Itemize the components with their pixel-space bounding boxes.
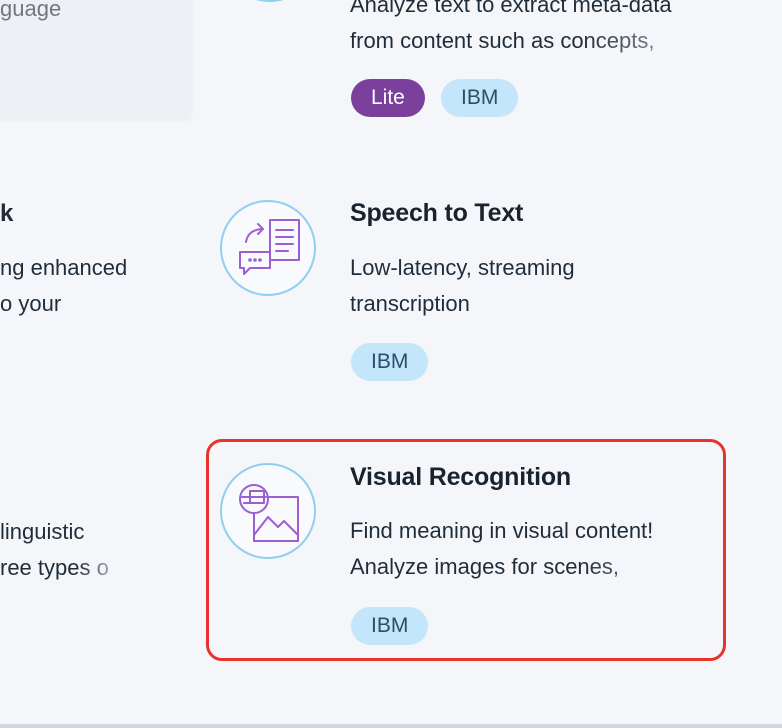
bottom-divider [0, 724, 782, 728]
nlu-card[interactable]: Analyze text to extract meta-data from c… [0, 0, 782, 130]
left-mid-desc-line1: ng enhanced [0, 255, 128, 280]
lite-plan-tag: Lite [351, 79, 425, 117]
left-bottom-desc-line2: ree types o [0, 555, 109, 580]
left-mid-title-fragment: k [0, 200, 14, 227]
speech-to-text-desc-line2: transcription [350, 291, 470, 316]
highlight-outline [206, 439, 726, 661]
speech-to-text-description: Low-latency, streaming transcription [350, 250, 720, 322]
nlu-description: Analyze text to extract meta-data from c… [350, 0, 720, 59]
speech-to-text-desc-line1: Low-latency, streaming [350, 255, 575, 280]
nlu-desc-line1: Analyze text to extract meta-data [350, 0, 672, 17]
speech-to-text-icon [220, 200, 316, 296]
nlu-desc-line2: from content such as concepts, [350, 28, 655, 53]
left-bottom-desc-line1: linguistic [0, 519, 85, 544]
left-mid-desc-line2: o your [0, 291, 62, 316]
ibm-tag: IBM [441, 79, 519, 117]
ibm-tag: IBM [351, 343, 429, 381]
nlu-icon [222, 0, 318, 2]
speech-to-text-title[interactable]: Speech to Text [350, 199, 523, 228]
speech-to-text-card[interactable]: Speech to Text Low-latency, streaming tr… [206, 180, 726, 390]
